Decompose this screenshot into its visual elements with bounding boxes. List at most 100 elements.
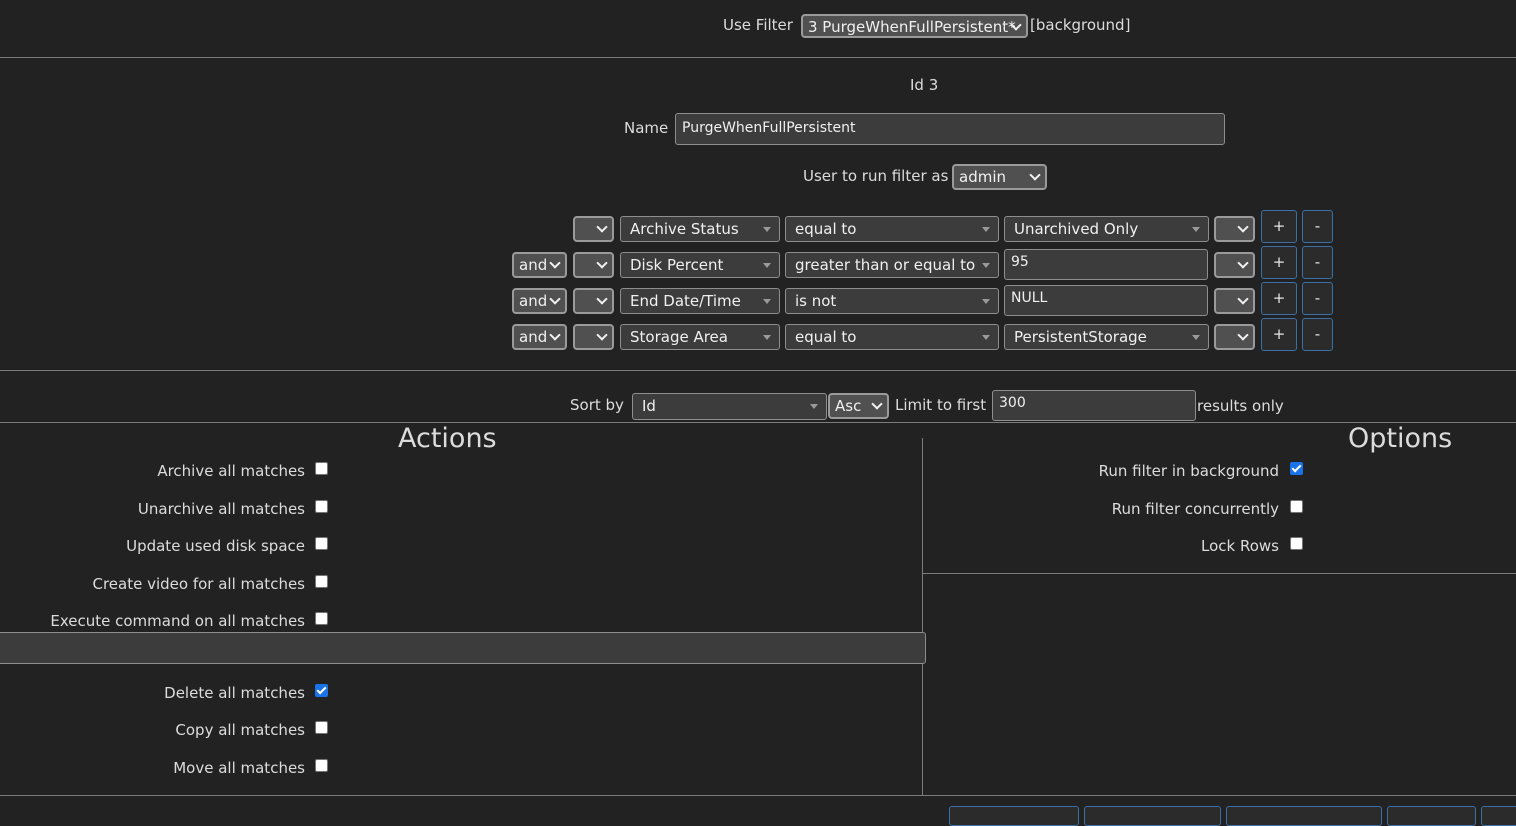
- sort-by-label: Sort by: [570, 396, 624, 414]
- operator-value: equal to: [795, 328, 857, 346]
- conjunction-value: and: [519, 256, 548, 274]
- remove-term-button[interactable]: -: [1302, 246, 1333, 279]
- chevron-down-icon: [1029, 169, 1041, 181]
- attribute-select[interactable]: Storage Area: [620, 324, 780, 350]
- options-title: Options: [1348, 423, 1453, 454]
- remove-term-button[interactable]: -: [1302, 210, 1333, 243]
- open-paren-select[interactable]: [573, 324, 614, 350]
- divider: [923, 573, 1516, 574]
- action-checkbox[interactable]: [315, 612, 328, 625]
- sort-field-value: Id: [642, 397, 656, 415]
- remove-term-button[interactable]: -: [1302, 318, 1333, 351]
- close-paren-select[interactable]: [1214, 288, 1255, 314]
- value-text: Unarchived Only: [1014, 220, 1139, 238]
- add-term-button[interactable]: +: [1261, 282, 1297, 315]
- value-input[interactable]: NULL: [1004, 285, 1208, 316]
- footer-button[interactable]: [1481, 806, 1516, 826]
- name-label: Name: [624, 119, 669, 137]
- sort-field-select[interactable]: Id: [632, 393, 827, 420]
- caret-down-icon: [810, 404, 818, 409]
- open-paren-select[interactable]: [573, 216, 614, 242]
- action-checkbox[interactable]: [315, 575, 328, 588]
- caret-down-icon: [982, 299, 990, 304]
- command-input[interactable]: [0, 632, 926, 664]
- operator-select[interactable]: greater than or equal to: [785, 252, 999, 278]
- operator-select[interactable]: equal to: [785, 216, 999, 242]
- add-term-button[interactable]: +: [1261, 318, 1297, 351]
- user-select-value: admin: [959, 168, 1006, 186]
- attribute-value: End Date/Time: [630, 292, 741, 310]
- chevron-down-icon: [596, 329, 608, 341]
- chevron-down-icon: [1237, 221, 1249, 233]
- action-label: Copy all matches: [175, 721, 305, 739]
- option-checkbox[interactable]: [1290, 500, 1303, 513]
- operator-value: greater than or equal to: [795, 256, 976, 274]
- chevron-down-icon: [596, 293, 608, 305]
- option-label: Run filter in background: [1098, 462, 1279, 480]
- divider: [922, 438, 923, 633]
- action-label: Archive all matches: [157, 462, 305, 480]
- close-paren-select[interactable]: [1214, 216, 1255, 242]
- attribute-select[interactable]: Disk Percent: [620, 252, 780, 278]
- action-label: Create video for all matches: [92, 575, 305, 593]
- action-checkbox[interactable]: [315, 684, 328, 697]
- divider: [0, 370, 1516, 371]
- open-paren-select[interactable]: [573, 252, 614, 278]
- caret-down-icon: [982, 335, 990, 340]
- action-checkbox[interactable]: [315, 537, 328, 550]
- action-label: Unarchive all matches: [137, 500, 305, 518]
- chevron-down-icon: [1237, 293, 1249, 305]
- actions-title: Actions: [398, 423, 497, 454]
- conjunction-select[interactable]: and: [512, 324, 567, 350]
- action-checkbox[interactable]: [315, 462, 328, 475]
- footer-button[interactable]: [1387, 806, 1476, 826]
- add-term-button[interactable]: +: [1261, 246, 1297, 279]
- divider: [0, 795, 1516, 796]
- option-checkbox[interactable]: [1290, 537, 1303, 550]
- value-select[interactable]: PersistentStorage: [1004, 324, 1209, 350]
- chevron-down-icon: [549, 257, 561, 269]
- filter-select[interactable]: 3 PurgeWhenFullPersistent*: [801, 14, 1028, 38]
- conjunction-select[interactable]: and: [512, 288, 567, 314]
- operator-select[interactable]: equal to: [785, 324, 999, 350]
- attribute-value: Disk Percent: [630, 256, 724, 274]
- sort-direction-select[interactable]: Asc: [828, 393, 889, 419]
- caret-down-icon: [763, 227, 771, 232]
- footer-button[interactable]: [949, 806, 1079, 826]
- value-input[interactable]: 95: [1004, 249, 1208, 280]
- remove-term-button[interactable]: -: [1302, 282, 1333, 315]
- footer-button[interactable]: [1226, 806, 1382, 826]
- limit-input[interactable]: 300: [992, 390, 1196, 421]
- action-checkbox[interactable]: [315, 759, 328, 772]
- attribute-value: Storage Area: [630, 328, 728, 346]
- attribute-select[interactable]: Archive Status: [620, 216, 780, 242]
- open-paren-select[interactable]: [573, 288, 614, 314]
- conjunction-select[interactable]: and: [512, 252, 567, 278]
- close-paren-select[interactable]: [1214, 252, 1255, 278]
- divider: [0, 422, 1516, 423]
- name-input[interactable]: PurgeWhenFullPersistent: [675, 113, 1225, 145]
- caret-down-icon: [763, 263, 771, 268]
- action-checkbox[interactable]: [315, 500, 328, 513]
- attribute-value: Archive Status: [630, 220, 739, 238]
- action-label: Execute command on all matches: [50, 612, 305, 630]
- operator-value: equal to: [795, 220, 857, 238]
- add-term-button[interactable]: +: [1261, 210, 1297, 243]
- user-select[interactable]: admin: [952, 164, 1047, 190]
- caret-down-icon: [1192, 227, 1200, 232]
- caret-down-icon: [982, 227, 990, 232]
- caret-down-icon: [763, 299, 771, 304]
- value-text: PersistentStorage: [1014, 328, 1147, 346]
- footer-button[interactable]: [1084, 806, 1221, 826]
- attribute-select[interactable]: End Date/Time: [620, 288, 780, 314]
- filter-id: Id 3: [910, 76, 939, 94]
- close-paren-select[interactable]: [1214, 324, 1255, 350]
- chevron-down-icon: [596, 257, 608, 269]
- action-checkbox[interactable]: [315, 721, 328, 734]
- chevron-down-icon: [549, 329, 561, 341]
- option-label: Run filter concurrently: [1111, 500, 1279, 518]
- divider: [0, 57, 1516, 58]
- option-checkbox[interactable]: [1290, 462, 1303, 475]
- value-select[interactable]: Unarchived Only: [1004, 216, 1209, 242]
- operator-select[interactable]: is not: [785, 288, 999, 314]
